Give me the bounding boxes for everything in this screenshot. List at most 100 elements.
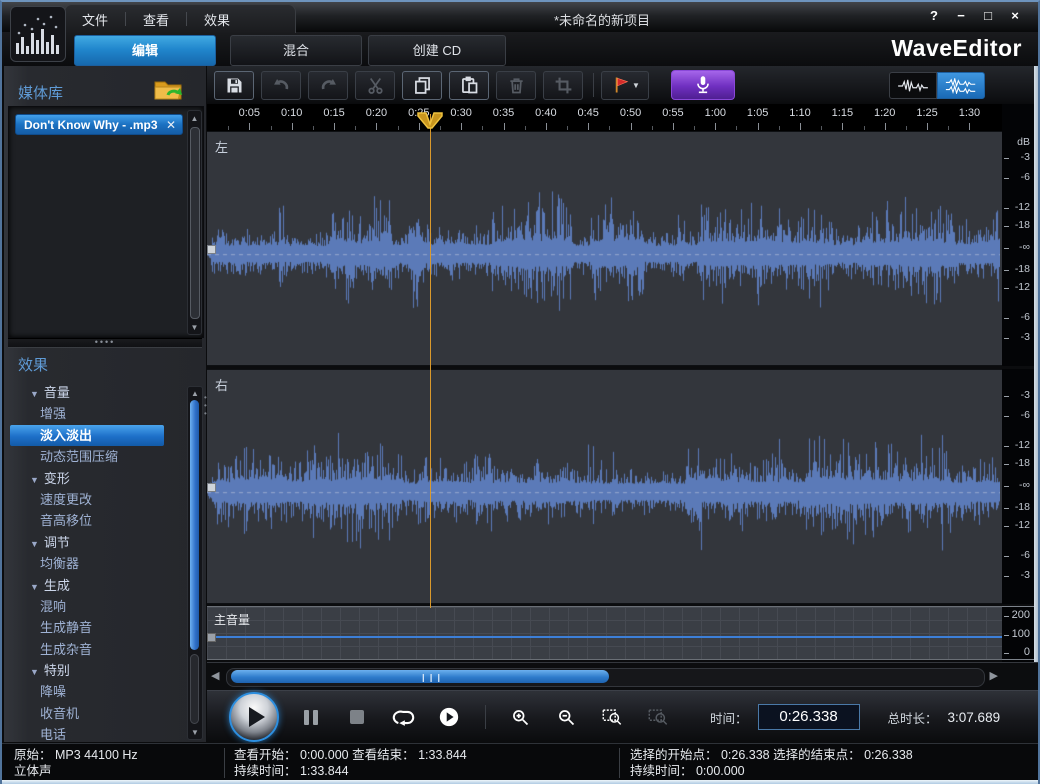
effect-item[interactable]: 淡入淡出 <box>10 425 164 446</box>
play-icon <box>249 707 265 727</box>
effect-item[interactable]: 音高移位 <box>10 510 164 531</box>
maximize-button[interactable]: □ <box>979 8 997 23</box>
tab-mix[interactable]: 混合 <box>230 35 362 66</box>
close-button[interactable]: × <box>1006 8 1024 23</box>
app-logo-icon <box>10 6 66 62</box>
effect-item[interactable]: 混响 <box>10 596 164 617</box>
ruler-corner <box>1002 104 1034 131</box>
effect-item[interactable]: 电话 <box>10 724 164 740</box>
menu-item-effects[interactable]: 效果 <box>187 10 247 29</box>
effect-item[interactable]: 增强 <box>10 403 164 424</box>
save-button[interactable] <box>214 71 254 100</box>
collapse-icon[interactable]: ▼ <box>30 475 39 485</box>
zoom-full-button[interactable] <box>644 703 672 731</box>
effect-item[interactable]: 动态范围压缩 <box>10 446 164 467</box>
status-view-range: 查看开始： 0:00.000 查看结束： 1:33.844 <box>234 747 467 763</box>
effect-group[interactable]: ▼调节 <box>10 532 164 553</box>
status-source-format: 原始： MP3 44100 Hz <box>14 747 138 763</box>
scroll-up-icon[interactable]: ▲ <box>188 389 202 398</box>
effect-group[interactable]: ▼生成 <box>10 575 164 596</box>
media-scroll-thumb[interactable] <box>190 127 200 319</box>
effects-scrollbar[interactable]: ▲ ▼ <box>187 386 203 740</box>
effect-item[interactable]: 生成杂音 <box>10 639 164 660</box>
scroll-down-icon[interactable]: ▼ <box>188 323 201 332</box>
effect-group[interactable]: ▼音量 <box>10 382 164 403</box>
collapse-icon[interactable]: ▼ <box>30 667 39 677</box>
play-button[interactable] <box>229 692 279 742</box>
undo-button[interactable] <box>261 71 301 100</box>
effect-group[interactable]: ▼特别 <box>10 660 164 681</box>
media-library-title: 媒体库 <box>18 82 63 103</box>
status-selection-duration: 持续时间： 0:00.000 <box>630 763 913 779</box>
master-volume-envelope[interactable] <box>207 636 1002 638</box>
window-title: *未命名的新项目 <box>554 10 650 29</box>
help-button[interactable]: ? <box>925 8 943 23</box>
scroll-left-icon[interactable]: ◀ <box>211 669 219 682</box>
effect-item[interactable]: 生成静音 <box>10 617 164 638</box>
copy-icon <box>412 75 433 96</box>
db-tick-label: -12 <box>1015 519 1030 531</box>
minimize-button[interactable]: − <box>952 8 970 23</box>
volume-scale-label: 200 <box>1012 609 1030 621</box>
scroll-down-icon[interactable]: ▼ <box>188 728 202 737</box>
media-scrollbar[interactable]: ▲ ▼ <box>187 110 202 335</box>
horizontal-scrollbar[interactable]: ◀ ❙❙❙ ▶ <box>207 662 1040 691</box>
import-media-button[interactable] <box>152 76 186 109</box>
effect-group[interactable]: ▼变形 <box>10 468 164 489</box>
zoom-in-button[interactable] <box>506 703 534 731</box>
status-view-duration: 持续时间： 1:33.844 <box>234 763 467 779</box>
effect-item[interactable]: 降噪 <box>10 681 164 702</box>
single-waveform-view-button[interactable] <box>889 72 937 99</box>
volume-scale-label: 0 <box>1024 646 1030 658</box>
tab-edit[interactable]: 编辑 <box>74 35 216 66</box>
stop-button[interactable] <box>343 703 371 731</box>
collapse-icon[interactable]: ▼ <box>30 389 39 399</box>
delete-button[interactable] <box>496 71 536 100</box>
envelope-anchor[interactable] <box>207 633 216 642</box>
collapse-icon[interactable]: ▼ <box>30 539 39 549</box>
timeline-tick-label: 1:05 <box>747 107 768 119</box>
left-channel-waveform[interactable] <box>207 133 1000 366</box>
playhead-line[interactable] <box>430 114 431 608</box>
effects-scroll-thumb[interactable] <box>190 400 199 650</box>
dual-waveform-view-button[interactable] <box>937 72 985 99</box>
scroll-up-icon[interactable]: ▲ <box>188 114 201 123</box>
scroll-thumb[interactable]: ❙❙❙ <box>231 670 609 683</box>
tab-create-cd[interactable]: 创建 CD <box>368 35 506 66</box>
zoom-to-selection-button[interactable] <box>598 703 626 731</box>
timeline-ruler[interactable]: 0:050:100:150:200:250:300:350:400:450:50… <box>207 104 1040 131</box>
scroll-right-icon[interactable]: ▶ <box>990 669 998 682</box>
cursor-marker-icon[interactable] <box>417 112 443 129</box>
envelope-anchor[interactable] <box>207 483 216 492</box>
play-selection-button[interactable] <box>435 703 463 731</box>
right-channel-waveform[interactable] <box>207 371 1000 604</box>
effect-item[interactable]: 均衡器 <box>10 553 164 574</box>
effect-item[interactable]: 速度更改 <box>10 489 164 510</box>
db-tick-label: -∞ <box>1019 241 1030 253</box>
microphone-icon <box>692 74 714 96</box>
paste-button[interactable] <box>449 71 489 100</box>
collapse-icon[interactable]: ▼ <box>30 582 39 592</box>
trim-button[interactable] <box>543 71 583 100</box>
cut-icon <box>365 75 386 96</box>
left-channel-panel: 左 <box>207 131 1002 366</box>
remove-media-icon[interactable]: ✕ <box>166 115 176 136</box>
cut-button[interactable] <box>355 71 395 100</box>
menu-item-view[interactable]: 查看 <box>126 10 186 29</box>
folder-import-icon <box>152 76 186 104</box>
record-button[interactable] <box>671 70 735 100</box>
pause-button[interactable] <box>297 703 325 731</box>
panel-splitter[interactable]: •••• <box>8 338 202 348</box>
loop-button[interactable] <box>389 703 417 731</box>
zoom-out-button[interactable] <box>552 703 580 731</box>
redo-button[interactable] <box>308 71 348 100</box>
scroll-track[interactable]: ❙❙❙ <box>226 668 985 687</box>
envelope-anchor[interactable] <box>207 245 216 254</box>
media-item[interactable]: Don't Know Why - .mp3 ✕ <box>15 114 183 135</box>
time-field[interactable]: 0:26.338 <box>758 704 860 730</box>
effect-item[interactable]: 收音机 <box>10 703 164 724</box>
menu-item-file[interactable]: 文件 <box>65 10 125 29</box>
marker-flag-button[interactable]: ▼ <box>601 71 649 100</box>
copy-button[interactable] <box>402 71 442 100</box>
right-edge-scrollbar[interactable] <box>1034 66 1040 742</box>
